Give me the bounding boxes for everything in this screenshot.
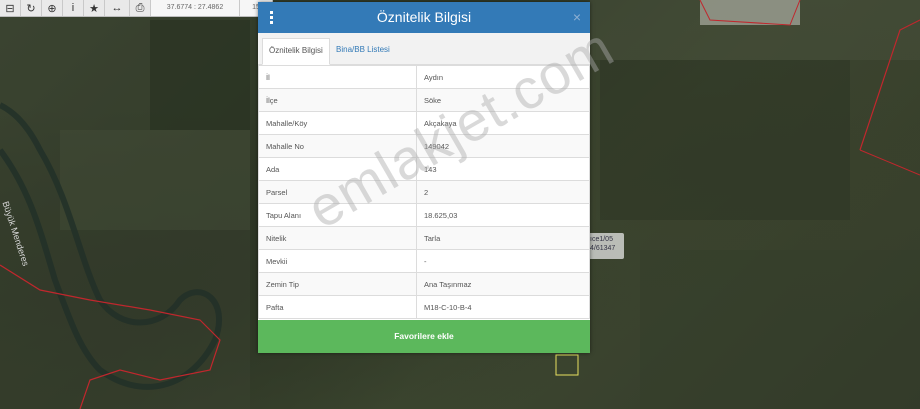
tab-attributes[interactable]: Öznitelik Bilgisi xyxy=(262,38,330,65)
attribute-key: İlçe xyxy=(258,88,417,112)
table-row: Zemin Tip Ana Taşınmaz xyxy=(258,272,590,296)
attribute-value: Tarla xyxy=(416,226,590,250)
star-icon[interactable]: ★ xyxy=(84,0,105,16)
table-row: Mevkii - xyxy=(258,249,590,273)
parcel-tag[interactable]: ıce1/05 4/61347 xyxy=(588,233,624,259)
table-row: Pafta M18-C-10-B-4 xyxy=(258,295,590,319)
attribute-key: Mevkii xyxy=(258,249,417,273)
crosshair-icon[interactable]: ⊕ xyxy=(42,0,63,16)
attribute-value: 18.625,03 xyxy=(416,203,590,227)
menu-icon[interactable]: ⊟ xyxy=(0,0,21,16)
popup-header: Öznitelik Bilgisi × xyxy=(258,2,590,33)
popup-title: Öznitelik Bilgisi xyxy=(376,9,472,25)
print-icon[interactable]: ⎙ xyxy=(130,0,151,16)
info-icon[interactable]: i xyxy=(63,0,84,16)
coordinates-readout: 37.6774 : 27.4862 xyxy=(151,0,240,16)
tab-building-list[interactable]: Bina/BB Listesi xyxy=(330,38,396,64)
attribute-key: İl xyxy=(258,65,417,89)
attribute-key: Zemin Tip xyxy=(258,272,417,296)
attribute-key: Pafta xyxy=(258,295,417,319)
attribute-value: Ana Taşınmaz xyxy=(416,272,590,296)
attribute-value: M18-C-10-B-4 xyxy=(416,295,590,319)
refresh-icon[interactable]: ↻ xyxy=(21,0,42,16)
add-to-favorites-button[interactable]: Favorilere ekle xyxy=(258,320,590,353)
measure-icon[interactable]: ↔ xyxy=(105,0,130,16)
attribute-value: - xyxy=(416,249,590,273)
map-toolbar: ⊟ ↻ ⊕ i ★ ↔ ⎙ 37.6774 : 27.4862 15 xyxy=(0,0,273,17)
attribute-value: 2 xyxy=(416,180,590,204)
table-row: Nitelik Tarla xyxy=(258,226,590,250)
